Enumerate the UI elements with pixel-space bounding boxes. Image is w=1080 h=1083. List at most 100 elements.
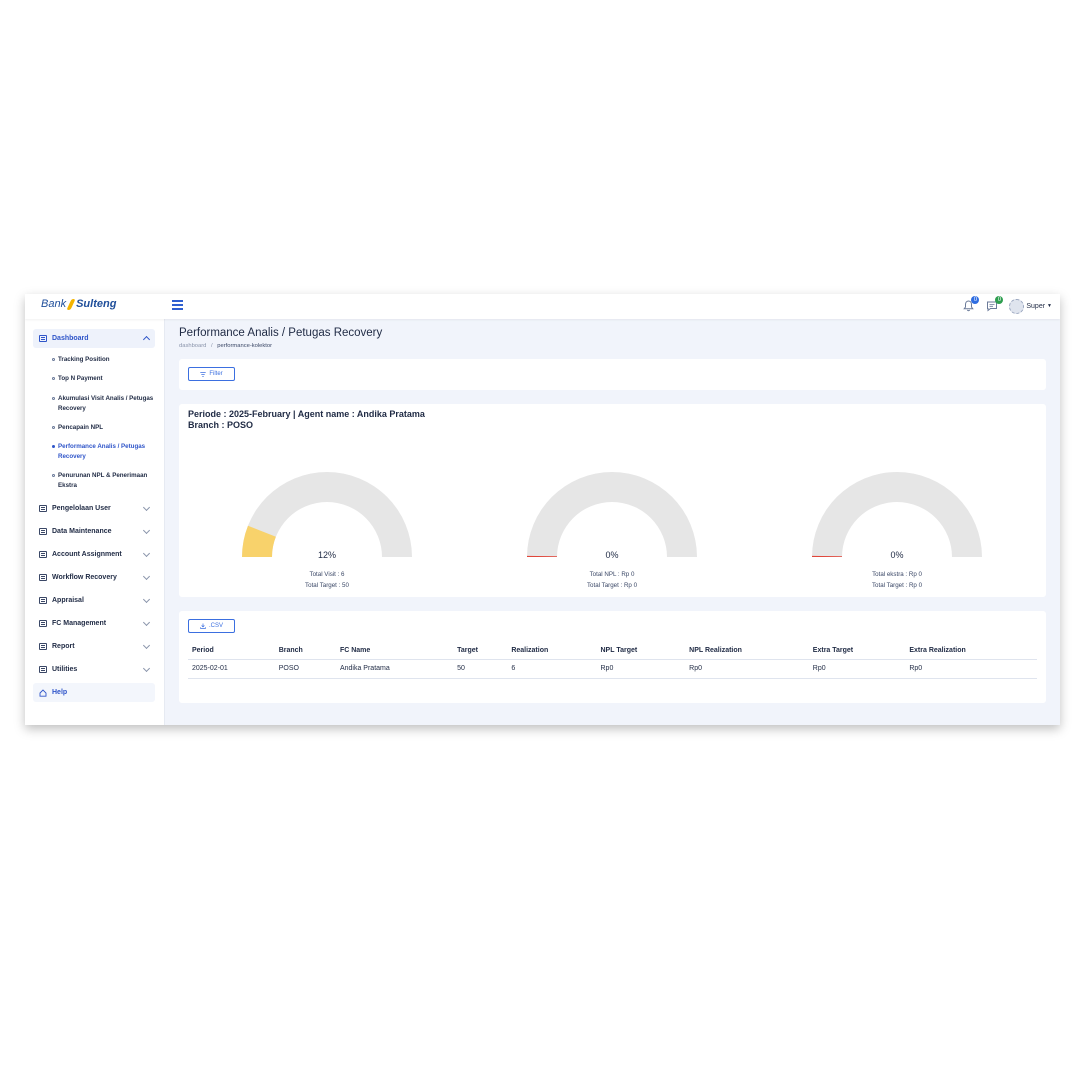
chevron-down-icon (142, 618, 151, 627)
summary-header: Periode : 2025-February | Agent name : A… (188, 409, 425, 431)
logo-text-sulteng: Sulteng (76, 298, 117, 310)
chevron-down-icon (142, 503, 151, 512)
menu-section-icon (39, 528, 47, 535)
sidebar-subitem-pencapain-npl[interactable]: Pencapain NPL (52, 423, 157, 433)
export-csv-button[interactable]: .CSV (188, 619, 235, 633)
notification-badge: 0 (971, 296, 980, 304)
column-header: Branch (274, 643, 336, 660)
sidebar-item-workflow-recovery[interactable]: Workflow Recovery (33, 568, 155, 587)
logo-text-bank: Bank (41, 298, 67, 310)
performance-table: Period Branch FC Name Target Realization… (188, 643, 1037, 679)
menu-section-icon (39, 597, 47, 604)
gauge-percent: 12% (317, 550, 336, 560)
filter-button[interactable]: Filter (188, 367, 235, 381)
breadcrumb: dashboard / performance-kolektor (179, 343, 272, 349)
logo-mark-icon (67, 299, 75, 310)
menu-toggle-icon[interactable] (172, 300, 183, 310)
sidebar-subitem-tracking-position[interactable]: Tracking Position (52, 355, 157, 365)
bullet-icon (52, 426, 55, 429)
sidebar-item-label: Help (52, 689, 68, 696)
gauge-visit: 12% Total Visit : 6 Total Target : 50 (237, 447, 417, 597)
sidebar-item-dashboard[interactable]: Dashboard (33, 329, 155, 348)
column-header: NPL Realization (685, 643, 809, 660)
sidebar: Dashboard Tracking Position Top N Paymen… (25, 319, 165, 725)
sidebar-subitem-label: Performance Analis / Petugas Recovery (58, 443, 146, 460)
gauge-npl-chart (527, 472, 697, 557)
top-bar: Bank Sulteng 0 0 Super ▼ (25, 294, 1060, 319)
column-header: Period (188, 643, 275, 660)
gauge-total-target: Total Target : Rp 0 (586, 582, 638, 589)
page-title: Performance Analis / Petugas Recovery (179, 327, 383, 339)
filter-icon (200, 371, 207, 377)
sidebar-item-utilities[interactable]: Utilities (33, 660, 155, 679)
table-card: .CSV Period Branch FC Name Target Realiz… (179, 611, 1046, 703)
sidebar-subitem-label: Pencapain NPL (58, 424, 104, 431)
gauge-ekstra: 0% Total ekstra : Rp 0 Total Target : Rp… (807, 447, 987, 597)
gauge-total-ekstra: Total ekstra : Rp 0 (872, 571, 922, 578)
message-icon[interactable]: 0 (985, 296, 1004, 313)
table-cell: Rp0 (808, 659, 906, 679)
user-menu[interactable]: Super ▼ (1009, 298, 1052, 314)
message-badge: 0 (995, 296, 1004, 304)
summary-card: Periode : 2025-February | Agent name : A… (179, 404, 1046, 597)
table-cell: 50 (453, 659, 508, 679)
table-cell: POSO (274, 659, 336, 679)
table-cell: Rp0 (905, 659, 1037, 679)
gauge-total-visit: Total Visit : 6 (309, 571, 345, 578)
breadcrumb-current: performance-kolektor (217, 343, 273, 349)
bullet-icon (52, 377, 55, 380)
table-cell: 6 (507, 659, 597, 679)
bullet-icon (52, 358, 55, 361)
user-name: Super (1026, 302, 1046, 310)
chevron-down-icon (142, 641, 151, 650)
sidebar-item-appraisal[interactable]: Appraisal (33, 591, 155, 610)
sidebar-subitem-top-n-payment[interactable]: Top N Payment (52, 374, 157, 384)
chevron-down-icon (142, 526, 151, 535)
table-cell: 2025-02-01 (188, 659, 275, 679)
sidebar-item-fc-management[interactable]: FC Management (33, 614, 155, 633)
sidebar-subitem-performance-analis[interactable]: Performance Analis / Petugas Recovery (52, 442, 157, 462)
gauge-npl: 0% Total NPL : Rp 0 Total Target : Rp 0 (522, 447, 702, 597)
sidebar-item-report[interactable]: Report (33, 637, 155, 656)
filter-card: Filter (179, 359, 1046, 390)
filter-button-label: Filter (209, 371, 223, 377)
sidebar-subitem-akumulasi-visit[interactable]: Akumulasi Visit Analis / Petugas Recover… (52, 394, 157, 414)
notification-bell-icon[interactable]: 0 (961, 296, 980, 313)
column-header: Target (453, 643, 508, 660)
sidebar-item-account-assignment[interactable]: Account Assignment (33, 545, 155, 564)
menu-section-icon (39, 620, 47, 627)
dashboard-icon (39, 335, 47, 342)
gauge-track (812, 472, 982, 557)
sidebar-subitem-penurunan-npl[interactable]: Penurunan NPL & Penerimaan Ekstra (52, 471, 157, 491)
sidebar-item-help[interactable]: Help (33, 683, 155, 702)
breadcrumb-separator: / (211, 343, 213, 349)
sidebar-item-label: Workflow Recovery (52, 574, 117, 581)
sidebar-item-label: Utilities (52, 666, 78, 673)
column-header: FC Name (335, 643, 454, 660)
breadcrumb-home-link[interactable]: dashboard (179, 343, 206, 349)
app-window: Bank Sulteng 0 0 Super ▼ Dashboard Track… (25, 294, 1060, 725)
column-header: Realization (507, 643, 597, 660)
table-header-row: Period Branch FC Name Target Realization… (188, 643, 1037, 660)
home-icon (39, 688, 47, 697)
column-header: Extra Target (808, 643, 906, 660)
sidebar-item-pengelolaan-user[interactable]: Pengelolaan User (33, 499, 155, 518)
gauge-visit-chart (242, 472, 412, 557)
gauge-percent: 0% (605, 550, 619, 560)
periode-line: Periode : 2025-February | Agent name : A… (188, 409, 425, 419)
bullet-icon (52, 397, 55, 400)
table-cell: Andika Pratama (335, 659, 454, 679)
main-content: Performance Analis / Petugas Recovery da… (166, 319, 1060, 725)
menu-section-icon (39, 505, 47, 512)
chevron-down-icon: ▼ (1047, 303, 1052, 309)
sidebar-item-label: Pengelolaan User (52, 505, 111, 512)
top-right-actions: 0 0 Super ▼ (961, 296, 1052, 316)
bank-logo[interactable]: Bank Sulteng (41, 298, 116, 310)
chevron-down-icon (142, 549, 151, 558)
table-row: 2025-02-01 POSO Andika Pratama 50 6 Rp0 … (188, 659, 1037, 679)
sidebar-item-data-maintenance[interactable]: Data Maintenance (33, 522, 155, 541)
branch-line: Branch : POSO (188, 420, 254, 430)
sidebar-subitem-label: Penurunan NPL & Penerimaan Ekstra (58, 472, 148, 489)
table-cell: Rp0 (685, 659, 809, 679)
sidebar-item-label: FC Management (52, 620, 107, 627)
